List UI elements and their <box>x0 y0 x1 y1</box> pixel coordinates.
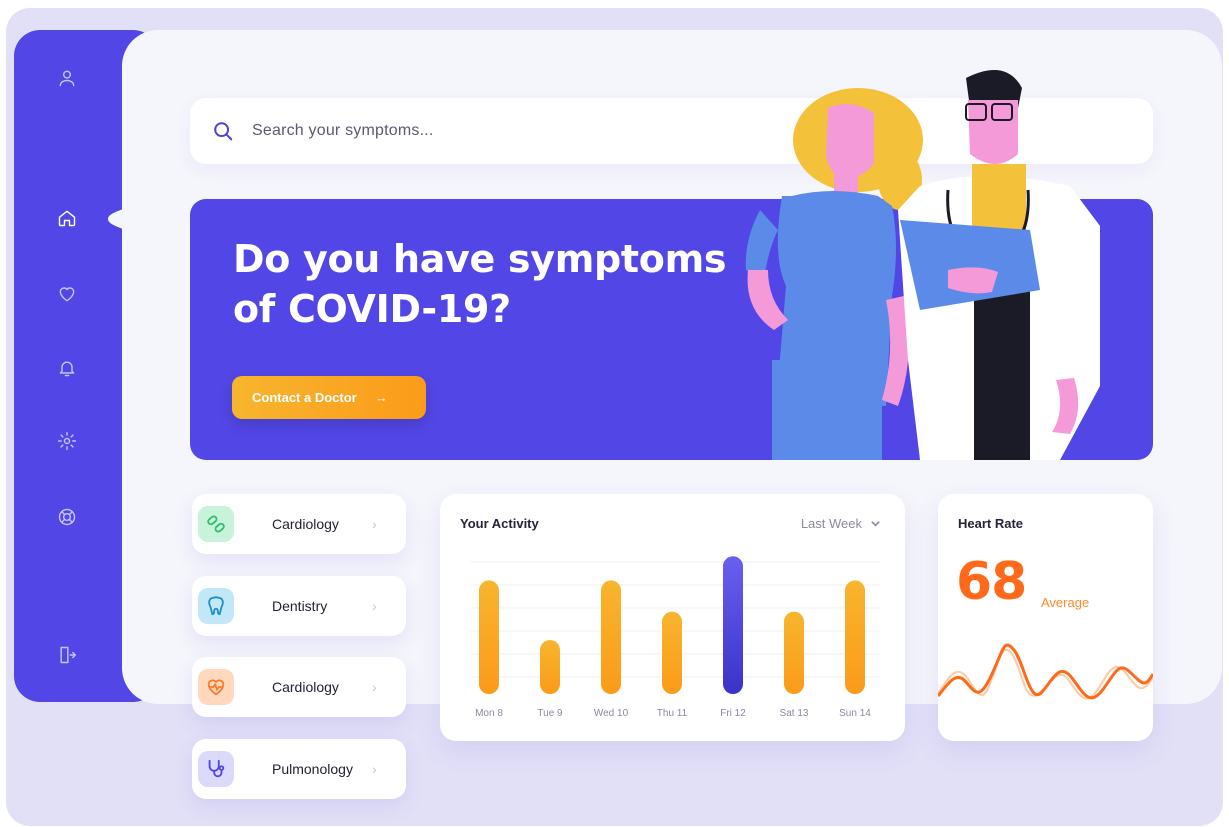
day-label: Thu 11 <box>657 708 688 719</box>
doctors-illustration <box>745 70 1100 460</box>
activity-bar[interactable] <box>479 580 499 694</box>
heart-rate-value: 68 <box>956 552 1027 612</box>
heart-rate-title: Heart Rate <box>958 516 1024 531</box>
category-card[interactable]: Pulmonology › <box>192 739 406 799</box>
activity-bar[interactable] <box>723 556 743 694</box>
activity-bar[interactable] <box>601 580 621 694</box>
contact-doctor-button[interactable]: Contact a Doctor → <box>232 376 426 419</box>
category-card[interactable]: Cardiology › <box>192 657 406 717</box>
day-label: Sun 14 <box>839 708 871 719</box>
heart-rate-wave <box>938 643 1153 700</box>
chevron-right-icon: › <box>372 761 377 777</box>
activity-chart: Mon 8 Tue 9 Wed 10 Thu 11 Fri 12 Sat 13 Sun 14 <box>470 556 880 719</box>
tooth-icon <box>198 588 234 624</box>
day-label: Sat 13 <box>780 708 809 719</box>
home-icon[interactable] <box>54 205 80 231</box>
pills-icon <box>198 506 234 542</box>
activity-bar[interactable] <box>540 640 560 694</box>
search-icon <box>214 122 233 141</box>
day-label: Tue 9 <box>537 708 563 719</box>
sidebar-active-notch <box>108 196 136 242</box>
banner-title-line1: Do you have symptoms <box>233 237 727 281</box>
lifebuoy-icon[interactable] <box>54 504 80 530</box>
chevron-right-icon: › <box>372 598 377 614</box>
activity-bar[interactable] <box>845 580 865 694</box>
stethoscope-icon <box>198 751 234 787</box>
day-label: Mon 8 <box>475 708 503 719</box>
activity-bar[interactable] <box>784 611 804 694</box>
chevron-right-icon: › <box>372 516 377 532</box>
activity-bar[interactable] <box>662 611 682 694</box>
chevron-right-icon: › <box>372 679 377 695</box>
category-label: Cardiology <box>272 516 339 532</box>
search-input[interactable]: Search your symptoms... <box>252 122 434 140</box>
banner-title: Do you have symptoms of COVID-19? <box>233 234 753 334</box>
user-icon[interactable] <box>54 65 80 91</box>
logout-icon[interactable] <box>54 642 80 668</box>
category-label: Pulmonology <box>272 761 353 777</box>
arrow-right-icon: → <box>374 390 388 405</box>
heart-icon[interactable] <box>54 281 80 307</box>
day-label: Fri 12 <box>720 708 746 719</box>
banner-title-line2: of COVID-19? <box>233 287 511 331</box>
category-label: Cardiology <box>272 679 339 695</box>
bell-icon[interactable] <box>54 355 80 381</box>
gear-icon[interactable] <box>54 428 80 454</box>
category-card[interactable]: Dentistry › <box>192 576 406 636</box>
category-label: Dentistry <box>272 598 328 614</box>
activity-card: Your Activity Last Week Mon 8 Tue 9 Wed 10… <box>440 494 905 741</box>
category-card[interactable]: Cardiology › <box>192 494 406 554</box>
contact-doctor-label: Contact a Doctor <box>252 390 357 405</box>
heart-rate-card: Heart Rate 68 Average <box>938 494 1153 741</box>
day-label: Wed 10 <box>594 708 629 719</box>
heart-rate-unit: Average <box>1041 595 1090 610</box>
heartbeat-icon <box>198 669 234 705</box>
